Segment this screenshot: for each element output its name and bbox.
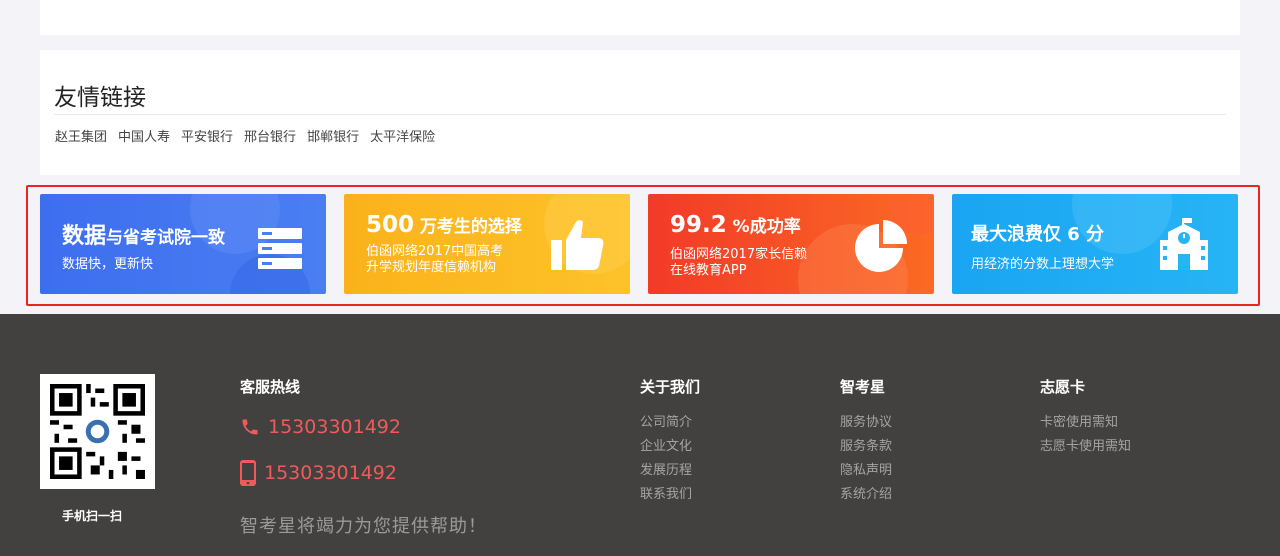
banner-title: 数据与省考试院一致 bbox=[62, 224, 226, 249]
qr-code-icon bbox=[50, 384, 145, 479]
friend-links-list: 赵王集团 中国人寿 平安银行 邢台银行 邯郸银行 太平洋保险 bbox=[55, 126, 446, 145]
footer-link-history[interactable]: 发展历程 bbox=[640, 459, 700, 483]
friend-link-china-life[interactable]: 中国人寿 bbox=[118, 126, 170, 145]
top-content-card bbox=[40, 0, 1240, 35]
banner-subtitle: 用经济的分数上理想大学 bbox=[971, 257, 1115, 272]
phone-number[interactable]: 15303301492 bbox=[268, 416, 401, 438]
banner-title: 500 万考生的选择 bbox=[366, 212, 522, 238]
footer-link-system-intro[interactable]: 系统介绍 bbox=[840, 483, 892, 507]
footer-link-culture[interactable]: 企业文化 bbox=[640, 435, 700, 459]
qr-caption: 手机扫一扫 bbox=[62, 509, 123, 523]
mobile-number[interactable]: 15303301492 bbox=[264, 462, 397, 484]
qr-code bbox=[40, 374, 155, 489]
banner-success-rate[interactable]: 99.2 %成功率 伯函网络2017家长信赖 在线教育APP bbox=[648, 194, 934, 294]
friend-link-zhaowang[interactable]: 赵王集团 bbox=[55, 126, 107, 145]
site-footer: 手机扫一扫 客服热线 15303301492 15303301492 智考星将竭… bbox=[0, 314, 1280, 556]
banner-title: 最大浪费仅 6 分 bbox=[971, 224, 1105, 245]
friend-link-pingan[interactable]: 平安银行 bbox=[181, 126, 233, 145]
phone-icon bbox=[242, 419, 258, 435]
column-title: 志愿卡 bbox=[1040, 378, 1086, 396]
column-title: 关于我们 bbox=[640, 378, 701, 396]
footer-slogan: 智考星将竭力为您提供帮助！ bbox=[240, 516, 487, 537]
column-title: 智考星 bbox=[840, 378, 886, 396]
friend-link-handan-bank[interactable]: 邯郸银行 bbox=[307, 126, 359, 145]
footer-link-service-agreement[interactable]: 服务协议 bbox=[840, 411, 892, 435]
mobile-phone-icon bbox=[240, 460, 256, 486]
footer-link-card-key-notice[interactable]: 卡密使用需知 bbox=[1040, 411, 1131, 435]
hotline-title: 客服热线 bbox=[240, 378, 301, 396]
banner-subtitle-line1: 伯函网络2017中国高考 bbox=[366, 244, 504, 259]
banner-subtitle-line2: 在线教育APP bbox=[670, 263, 747, 278]
footer-link-contact[interactable]: 联系我们 bbox=[640, 483, 700, 507]
footer-link-terms[interactable]: 服务条款 bbox=[840, 435, 892, 459]
friend-links-card: 友情链接 赵王集团 中国人寿 平安银行 邢台银行 邯郸银行 太平洋保险 bbox=[40, 50, 1240, 175]
footer-column-zhikaoxing: 智考星 服务协议 服务条款 隐私声明 系统介绍 bbox=[840, 376, 892, 507]
banner-subtitle: 数据快，更新快 bbox=[62, 257, 154, 272]
mobile-phone-row[interactable]: 15303301492 bbox=[240, 460, 397, 486]
friend-link-xingtai-bank[interactable]: 邢台银行 bbox=[244, 126, 296, 145]
friend-links-title: 友情链接 bbox=[54, 85, 146, 111]
divider bbox=[54, 114, 1226, 115]
banner-students-choice[interactable]: 500 万考生的选择 伯函网络2017中国高考 升学规划年度信赖机构 bbox=[344, 194, 630, 294]
footer-column-about: 关于我们 公司简介 企业文化 发展历程 联系我们 bbox=[640, 376, 700, 507]
footer-link-card-usage-notice[interactable]: 志愿卡使用需知 bbox=[1040, 435, 1131, 459]
footer-link-company-intro[interactable]: 公司简介 bbox=[640, 411, 700, 435]
banner-subtitle-line2: 升学规划年度信赖机构 bbox=[366, 260, 497, 275]
pie-chart-icon bbox=[855, 220, 907, 272]
banner-subtitle-line1: 伯函网络2017家长信赖 bbox=[670, 247, 808, 262]
friend-link-cpic[interactable]: 太平洋保险 bbox=[370, 126, 435, 145]
footer-link-privacy[interactable]: 隐私声明 bbox=[840, 459, 892, 483]
school-building-icon bbox=[1160, 218, 1208, 270]
footer-column-card: 志愿卡 卡密使用需知 志愿卡使用需知 bbox=[1040, 376, 1131, 459]
banner-title: 99.2 %成功率 bbox=[670, 212, 801, 238]
hotline-phone-row[interactable]: 15303301492 bbox=[240, 416, 401, 438]
server-icon bbox=[258, 228, 302, 269]
banner-data-sync[interactable]: 数据与省考试院一致 数据快，更新快 bbox=[40, 194, 326, 294]
thumbs-up-icon bbox=[551, 220, 604, 270]
banner-min-waste[interactable]: 最大浪费仅 6 分 用经济的分数上理想大学 bbox=[952, 194, 1238, 294]
